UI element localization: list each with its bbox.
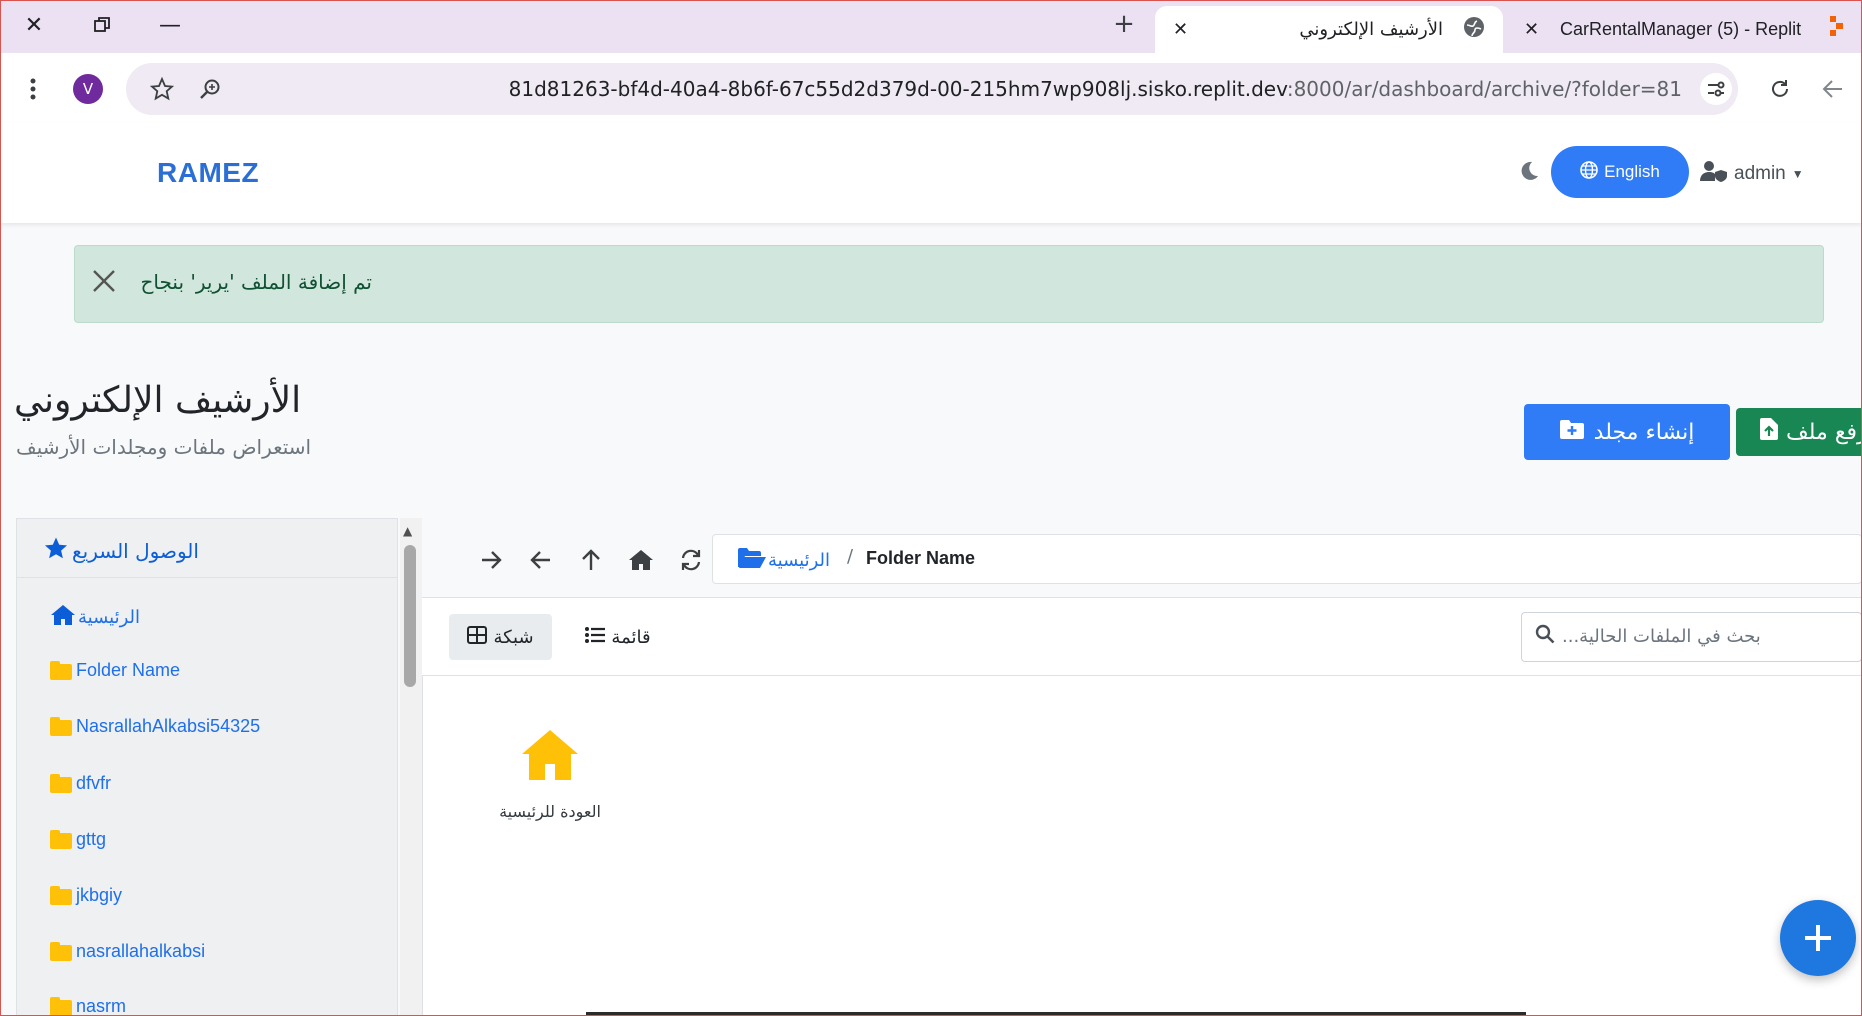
back-home-label: العودة للرئيسية [499, 802, 601, 821]
language-label: English [1604, 162, 1660, 181]
folder-open-icon [738, 547, 766, 574]
url-host: 81d81263-bf4d-40a4-8b6f-67c55d2d379d-00-… [508, 77, 1287, 101]
file-upload-icon [1760, 418, 1778, 446]
breadcrumb-home-link[interactable]: الرئيسية [738, 547, 830, 574]
folder-icon [50, 773, 74, 794]
url-text[interactable]: 81d81263-bf4d-40a4-8b6f-67c55d2d379d-00-… [509, 77, 1682, 101]
close-alert-icon[interactable] [92, 266, 116, 301]
dark-mode-moon-icon[interactable] [1518, 160, 1540, 188]
reload-icon[interactable] [1765, 74, 1795, 104]
user-name: admin [1734, 163, 1786, 184]
breadcrumb-home-label: الرئيسية [768, 550, 830, 571]
grid-icon [467, 625, 488, 649]
tab-title: الأرشيف الإلكتروني [1299, 19, 1443, 40]
tab-title: CarRentalManager (5) - Replit [1560, 19, 1802, 39]
globe-icon [1463, 16, 1485, 43]
sidebar-item-label: nasrm [76, 996, 127, 1016]
back-arrow-icon[interactable] [526, 545, 556, 575]
folder-icon [50, 941, 74, 962]
tab-replit[interactable]: ✕ CarRentalManager (5) - Replit [1510, 6, 1862, 53]
folder-icon [50, 885, 74, 906]
zoom-search-icon[interactable] [195, 74, 225, 104]
replit-icon [1830, 16, 1844, 41]
sidebar-item-folder[interactable]: dfvfr [50, 773, 111, 794]
sidebar-item-label: gttg [76, 829, 107, 849]
home-icon[interactable] [626, 545, 656, 575]
search-icon [1535, 624, 1555, 649]
new-tab-icon[interactable]: + [1104, 8, 1144, 40]
upload-file-button[interactable]: رفع ملف [1736, 408, 1862, 456]
profile-avatar[interactable]: V [73, 74, 103, 104]
back-arrow-icon[interactable] [1818, 74, 1848, 104]
page-subtitle: استعراض ملفات ومجلدات الأرشيف [16, 435, 312, 459]
tab-archive[interactable]: ✕ الأرشيف الإلكتروني [1155, 6, 1503, 53]
user-shield-icon [1700, 160, 1728, 188]
folder-icon [50, 996, 74, 1016]
minimize-window-icon[interactable]: — [146, 10, 194, 40]
quick-access-label: الوصول السريع [72, 538, 199, 563]
grid-view-button[interactable]: شبكة [449, 614, 552, 660]
list-icon [585, 626, 606, 648]
home-icon [520, 728, 580, 782]
list-view-label: قائمة [611, 626, 651, 648]
sidebar-item-folder[interactable]: nasrm [50, 996, 126, 1016]
restore-window-icon[interactable] [78, 10, 126, 40]
sidebar-item-label: nasrallahalkabsi [76, 941, 206, 961]
scroll-up-arrow-icon[interactable]: ▲ [403, 524, 412, 538]
caret-down-icon: ▼ [1791, 167, 1804, 181]
sidebar-item-folder[interactable]: nasrallahalkabsi [50, 941, 205, 962]
scrollbar-thumb[interactable] [404, 545, 416, 687]
sidebar-item-folder[interactable]: gttg [50, 829, 106, 850]
sidebar-item-label: NasrallahAlkabsi54325 [76, 716, 261, 736]
close-tab-icon[interactable]: ✕ [1524, 19, 1539, 40]
back-home-item[interactable]: العودة للرئيسية [480, 728, 620, 821]
language-button[interactable]: English [1551, 146, 1689, 198]
sidebar-item-label: dfvfr [76, 773, 112, 793]
bottom-scroll-indicator [586, 1012, 1526, 1016]
create-folder-button[interactable]: إنشاء مجلد [1524, 404, 1730, 460]
user-menu[interactable]: admin ▼ [1700, 160, 1804, 188]
sidebar-item-label: jkbgiy [76, 885, 123, 905]
folder-icon [50, 660, 74, 681]
folder-icon [50, 829, 74, 850]
sidebar-item-folder[interactable]: jkbgiy [50, 885, 122, 906]
url-path: :8000/ar/dashboard/archive/?folder=81 [1286, 77, 1682, 101]
page-title: الأرشيف الإلكتروني [14, 380, 302, 421]
list-view-button[interactable]: قائمة [578, 614, 658, 660]
refresh-icon[interactable] [676, 545, 706, 575]
quick-access-title: الوصول السريع [44, 536, 199, 565]
grid-view-label: شبكة [493, 626, 534, 648]
add-floating-button[interactable] [1780, 900, 1856, 976]
sidebar-item-folder[interactable]: Folder Name [50, 660, 180, 681]
close-window-icon[interactable]: ✕ [10, 10, 58, 40]
sidebar-item-label: Folder Name [76, 660, 181, 680]
alert-message: تم إضافة الملف 'يرير' بنجاح [140, 270, 372, 294]
brand-logo[interactable]: RAMEZ [157, 157, 259, 189]
sidebar-item-home[interactable]: الرئيسية [50, 604, 140, 631]
folder-icon [50, 716, 74, 737]
plus-icon [1803, 913, 1833, 964]
folder-plus-icon [1559, 419, 1584, 445]
star-bookmark-icon[interactable] [147, 74, 177, 104]
search-placeholder: بحث في الملفات الحالية... [1562, 626, 1761, 647]
breadcrumb-current: Folder Name [866, 548, 976, 568]
sidebar-item-label: الرئيسية [78, 607, 140, 627]
globe-icon [1580, 160, 1598, 184]
up-arrow-icon[interactable] [576, 545, 606, 575]
site-settings-icon[interactable] [1700, 73, 1732, 105]
close-tab-icon[interactable]: ✕ [1173, 19, 1188, 40]
star-icon [44, 536, 68, 565]
menu-dots-icon[interactable] [18, 74, 48, 104]
upload-file-label: رفع ملف [1786, 419, 1862, 445]
breadcrumb-separator: / [847, 546, 854, 567]
sidebar-item-folder[interactable]: NasrallahAlkabsi54325 [50, 716, 260, 737]
home-icon [50, 604, 76, 631]
create-folder-label: إنشاء مجلد [1593, 419, 1695, 445]
forward-arrow-icon[interactable] [476, 545, 506, 575]
